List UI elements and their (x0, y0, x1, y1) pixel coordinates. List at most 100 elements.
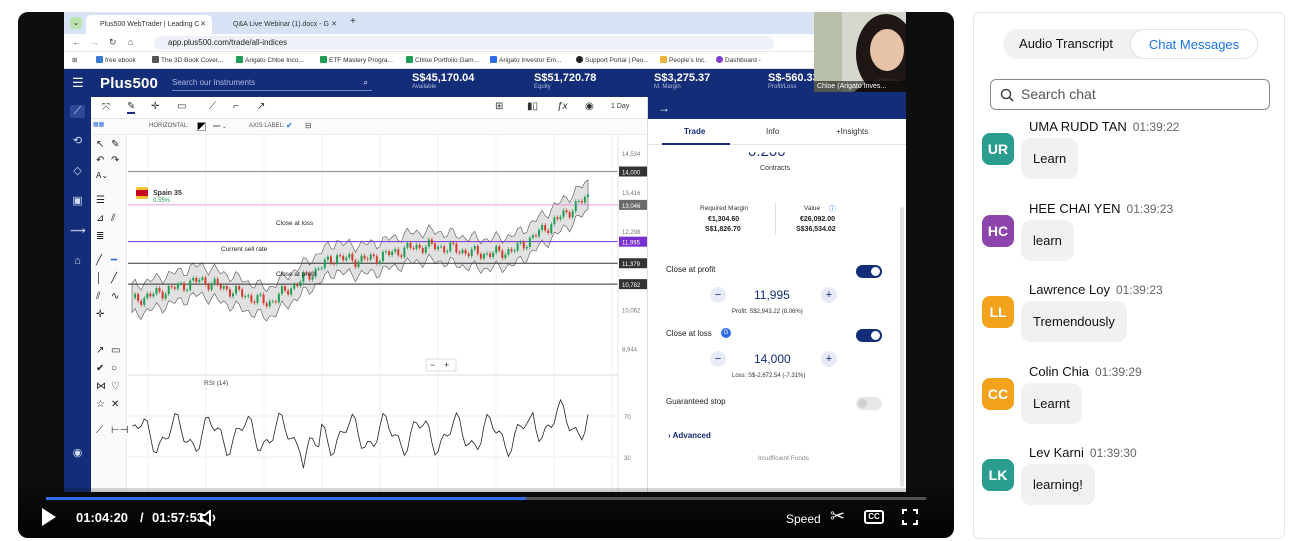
trendline-icon[interactable]: ⟋ (209, 101, 216, 112)
gann-tool-icon[interactable]: ⊿ (96, 213, 104, 224)
indicators-icon[interactable]: ƒx (557, 101, 568, 112)
chat-search-input[interactable]: Search chat (990, 79, 1270, 110)
ray-tool-icon[interactable]: ╱ (111, 273, 117, 284)
comment-icon[interactable]: ▭ (177, 101, 186, 112)
advanced-toggle[interactable]: › Advanced (668, 431, 711, 440)
video-player[interactable]: ⌄ Plus500 WebTrader | Leading C ✕ Q&A Li… (18, 12, 954, 538)
speed-button[interactable]: Speed (786, 512, 821, 526)
measure-icon[interactable]: ⌐ (233, 101, 239, 112)
theme-toggle-icon[interactable]: ◉ (70, 447, 85, 460)
forward-icon[interactable]: → (90, 37, 99, 47)
cursor-tool-icon[interactable]: ↖ (96, 139, 104, 150)
interval-select[interactable]: 1 Day (611, 103, 629, 110)
line-tool-icon[interactable]: ╱ (96, 255, 102, 266)
range-tool-icon[interactable]: ⊢⊣ (111, 425, 128, 436)
layout-icon[interactable]: ⊞ (495, 101, 503, 112)
zoom-in-icon[interactable]: + (444, 360, 449, 370)
instrument-search-input[interactable]: Search our Instruments ⌕ (172, 75, 372, 91)
brush-tool-icon[interactable]: ✎ (111, 139, 119, 150)
hamburger-menu-icon[interactable]: ☰ (72, 75, 84, 91)
volume-icon[interactable] (200, 510, 220, 526)
hline-tool-icon[interactable]: ━ (111, 255, 117, 266)
delete-drawing-icon[interactable]: ⊟ (305, 121, 312, 130)
chart-nav-icon[interactable]: ⟋ (70, 105, 85, 118)
draw-pencil-icon[interactable]: ✎ (127, 101, 136, 114)
tab-trade[interactable]: Trade (684, 127, 705, 136)
close-at-loss-toggle[interactable] (856, 329, 882, 342)
bookmark-item[interactable]: Chloe Portfolio Gam... (406, 56, 479, 64)
price-chart[interactable]: 70 30 14,534 14,000 13,416 13,046 12,298 11,99… (128, 135, 647, 492)
line-style-select[interactable]: ━━ ⌄ (213, 123, 227, 130)
pitchfork-tool-icon[interactable]: ⫽ (111, 213, 115, 224)
zoom-out-icon[interactable]: − (430, 360, 435, 370)
text-tool-icon[interactable]: A⌄ (96, 171, 108, 180)
tab-menu-icon[interactable]: ⌄ (70, 17, 82, 29)
arrow-tool-icon[interactable]: ↗ (96, 345, 104, 356)
tab-insights[interactable]: +Insights (836, 127, 868, 136)
collapse-panel-icon[interactable]: → (658, 101, 670, 115)
bookmark-item[interactable]: People's Inc. (660, 56, 706, 64)
bookmark-item[interactable]: Dashboard - (716, 56, 761, 64)
tab-info[interactable]: Info (766, 127, 779, 136)
info-icon[interactable]: ⓘ (829, 204, 836, 214)
share-icon[interactable]: ↗ (257, 101, 265, 112)
bookmark-item[interactable]: The 3D Book Cover... (152, 56, 223, 64)
bookmark-item[interactable]: Support Portal | Peo... (576, 56, 649, 64)
wave-tool-icon[interactable]: ∿ (111, 291, 119, 302)
portfolio-nav-icon[interactable]: ▣ (70, 195, 85, 208)
clip-scissors-icon[interactable]: ✂ (830, 506, 845, 527)
trends-nav-icon[interactable]: ⟿ (70, 225, 86, 238)
trade-panel-scrollbar[interactable] (900, 207, 904, 487)
channel-tool-icon[interactable]: ⫽ (96, 291, 100, 302)
tab-audio-transcript[interactable]: Audio Transcript (1003, 29, 1129, 59)
redo-icon[interactable]: ↷ (111, 155, 119, 166)
axis-label-checkbox[interactable]: ✔ (286, 121, 293, 130)
grid-icon[interactable]: ▦▦ (93, 121, 104, 128)
tab-chat-messages[interactable]: Chat Messages (1130, 29, 1258, 59)
guaranteed-stop-toggle[interactable] (856, 397, 882, 410)
close-tab-icon[interactable]: ✕ (331, 15, 337, 34)
loss-decrease-button[interactable]: − (710, 351, 726, 367)
zoom-controls[interactable]: − + (425, 358, 457, 372)
pattern-tool-icon[interactable]: ≣ (96, 231, 104, 242)
loss-increase-button[interactable]: + (821, 351, 837, 367)
captions-icon[interactable]: CC (864, 510, 884, 524)
star-tool-icon[interactable]: ☆ (96, 399, 105, 410)
profit-increase-button[interactable]: + (821, 287, 837, 303)
visibility-icon[interactable]: ◉ (585, 101, 594, 112)
fullscreen-chart-icon[interactable]: ⤧ (102, 102, 110, 113)
bookmark-item[interactable]: free ebook (96, 56, 136, 64)
apps-icon[interactable]: ⊞ (72, 56, 77, 64)
browser-tab-doc[interactable]: Q&A Live Webinar (1).docx - G ✕ (219, 15, 343, 34)
profit-decrease-button[interactable]: − (710, 287, 726, 303)
crosshair-icon[interactable]: ✛ (151, 101, 159, 112)
x-tool-icon[interactable]: ✕ (111, 399, 119, 410)
play-icon[interactable] (42, 508, 56, 526)
bookmark-item[interactable]: Arigato Investor Em... (490, 56, 562, 64)
url-field[interactable]: app.plus500.com/trade/all-indices (154, 36, 774, 50)
heart-tool-icon[interactable]: ♡ (111, 381, 120, 392)
fib-tool-icon[interactable]: ☰ (96, 195, 105, 206)
close-tab-icon[interactable]: ✕ (200, 15, 206, 34)
circle-tool-icon[interactable]: ○ (111, 363, 117, 374)
home-icon[interactable]: ⌂ (128, 37, 133, 47)
ruler-tool-icon[interactable]: ⟋ (96, 425, 103, 436)
rect-tool-icon[interactable]: ▭ (111, 345, 120, 356)
orders-nav-icon[interactable]: ◇ (70, 165, 85, 178)
positions-nav-icon[interactable]: ⟲ (70, 135, 85, 148)
amount-value[interactable]: 0.200 (748, 152, 786, 160)
vline-tool-icon[interactable]: │ (96, 273, 102, 284)
bowtie-tool-icon[interactable]: ⋈ (96, 381, 106, 392)
close-at-profit-toggle[interactable] (856, 265, 882, 278)
back-icon[interactable]: ← (72, 37, 81, 47)
cross-tool-icon[interactable]: ✛ (96, 309, 104, 320)
close-at-loss-input[interactable]: 14,000 (754, 352, 791, 366)
check-tool-icon[interactable]: ✔ (96, 363, 104, 374)
reload-icon[interactable]: ↻ (109, 37, 117, 48)
undo-icon[interactable]: ↶ (96, 155, 104, 166)
new-tab-icon[interactable]: + (350, 16, 356, 27)
line-color-swatch[interactable] (197, 122, 206, 131)
guaranteed-info-icon[interactable]: G (721, 328, 731, 338)
bookmark-item[interactable]: Arigato Chloe Inco... (236, 56, 304, 64)
bookmark-item[interactable]: ETF Mastery Progra... (320, 56, 393, 64)
